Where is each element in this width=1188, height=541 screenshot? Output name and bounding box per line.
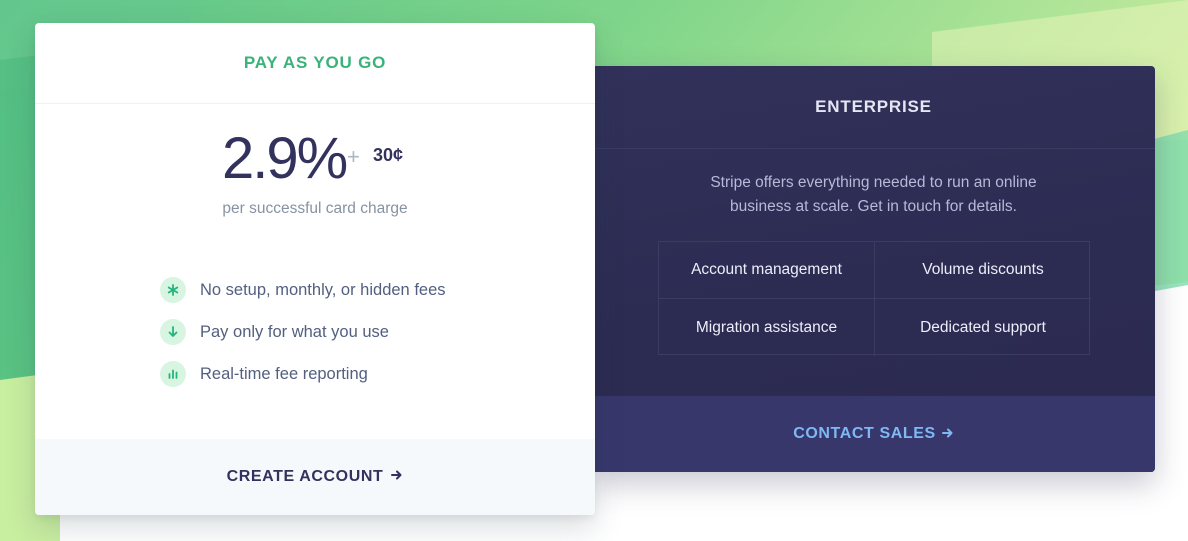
payg-feature: Real-time fee reporting xyxy=(160,353,446,395)
price-plus: + xyxy=(347,144,360,169)
price: 2.9% + 30¢ xyxy=(35,123,595,193)
contact-sales-button[interactable]: CONTACT SALES xyxy=(793,425,954,443)
enterprise-title: ENTERPRISE xyxy=(592,66,1155,149)
bar-chart-icon xyxy=(160,361,186,387)
contact-sales-footer[interactable]: CONTACT SALES xyxy=(592,396,1155,472)
create-account-button[interactable]: CREATE ACCOUNT xyxy=(227,468,404,486)
arrow-down-icon xyxy=(160,319,186,345)
enterprise-features-grid: Account management Volume discounts Migr… xyxy=(658,241,1091,356)
enterprise-feature-migration-assistance: Migration assistance xyxy=(659,299,875,356)
payg-feature: No setup, monthly, or hidden fees xyxy=(160,269,446,311)
payg-features-list: No setup, monthly, or hidden fees Pay on… xyxy=(160,269,446,395)
enterprise-feature-dedicated-support: Dedicated support xyxy=(920,318,1046,336)
contact-sales-label: CONTACT SALES xyxy=(793,425,936,442)
star-icon xyxy=(160,277,186,303)
pay-as-you-go-card: PAY AS YOU GO 2.9% + 30¢ per successful … xyxy=(35,23,595,515)
arrow-right-icon xyxy=(391,468,403,486)
price-percent: 2.9% xyxy=(222,126,348,191)
arrow-right-icon xyxy=(941,426,954,443)
enterprise-feature-volume-discounts: Volume discounts xyxy=(875,242,1091,299)
payg-feature: Pay only for what you use xyxy=(160,311,446,353)
payg-feature-label: Real-time fee reporting xyxy=(200,364,368,383)
payg-feature-label: Pay only for what you use xyxy=(200,322,389,341)
enterprise-card: ENTERPRISE Stripe offers everything need… xyxy=(592,66,1155,472)
payg-title: PAY AS YOU GO xyxy=(35,23,595,104)
payg-feature-label: No setup, monthly, or hidden fees xyxy=(200,280,446,299)
price-caption: per successful card charge xyxy=(222,200,408,217)
create-account-label: CREATE ACCOUNT xyxy=(226,468,384,485)
create-account-footer[interactable]: CREATE ACCOUNT xyxy=(35,439,595,515)
enterprise-description: Stripe offers everything needed to run a… xyxy=(710,174,1037,215)
enterprise-feature-account-management: Account management xyxy=(659,242,875,299)
price-fixed-fee: 30¢ xyxy=(373,145,404,165)
